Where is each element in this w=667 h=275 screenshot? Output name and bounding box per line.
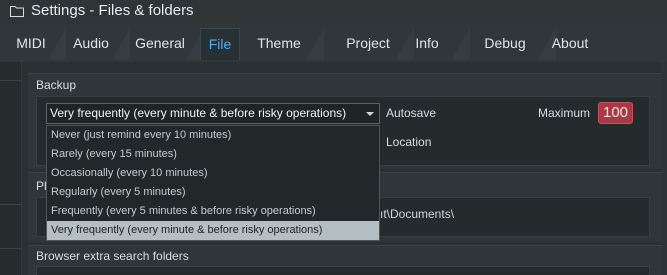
maximum-label: Maximum: [538, 106, 591, 120]
backup-frequency-select[interactable]: Very frequently (every minute & before r…: [46, 103, 380, 124]
section-title-browser: Browser extra search folders: [36, 249, 189, 263]
tab-separator: [306, 28, 324, 60]
browser-search-section: Browser extra search folders: [28, 245, 662, 275]
dropdown-option[interactable]: Regularly (every 5 minutes): [47, 183, 379, 202]
tab-project[interactable]: Project: [338, 28, 398, 60]
browser-search-panel: [36, 266, 650, 275]
gutter-divider: [0, 80, 22, 81]
tab-audio[interactable]: Audio: [64, 28, 118, 60]
tab-separator: [452, 28, 470, 60]
tab-file[interactable]: File: [200, 28, 240, 60]
dropdown-option[interactable]: Occasionally (every 10 minutes): [47, 164, 379, 183]
section-title-backup: Backup: [36, 78, 77, 92]
dropdown-option[interactable]: Frequently (every 5 minutes & before ris…: [47, 202, 379, 221]
tab-general[interactable]: General: [126, 28, 194, 60]
tab-info[interactable]: Info: [408, 28, 446, 60]
dropdown-option[interactable]: Never (just remind every 10 minutes): [47, 126, 379, 145]
tab-midi[interactable]: MIDI: [8, 28, 54, 60]
left-gutter: [0, 62, 22, 275]
gutter-divider: [0, 204, 22, 205]
window-titlebar: Settings - Files & folders: [0, 0, 667, 24]
gutter-divider: [0, 248, 22, 249]
window-title: Settings - Files & folders: [31, 2, 194, 19]
backup-frequency-dropdown: Never (just remind every 10 minutes) Rar…: [46, 125, 380, 241]
location-label: Location: [386, 135, 432, 149]
dropdown-option[interactable]: Rarely (every 15 minutes): [47, 145, 379, 164]
tab-about[interactable]: About: [546, 28, 594, 60]
tab-theme[interactable]: Theme: [250, 28, 308, 60]
plugin-path-text: ıt\Documents\: [380, 207, 455, 221]
chevron-down-icon[interactable]: [366, 112, 374, 116]
folder-icon: [10, 6, 24, 17]
backup-frequency-value: Very frequently (every minute & before r…: [50, 106, 347, 120]
tab-debug[interactable]: Debug: [478, 28, 532, 60]
dropdown-option-selected[interactable]: Very frequently (every minute & before r…: [47, 221, 379, 240]
settings-tab-bar: MIDI Audio General File Theme Project In…: [0, 24, 667, 62]
autosave-label: Autosave: [386, 106, 437, 120]
maximum-backups-input[interactable]: 100: [598, 102, 633, 124]
